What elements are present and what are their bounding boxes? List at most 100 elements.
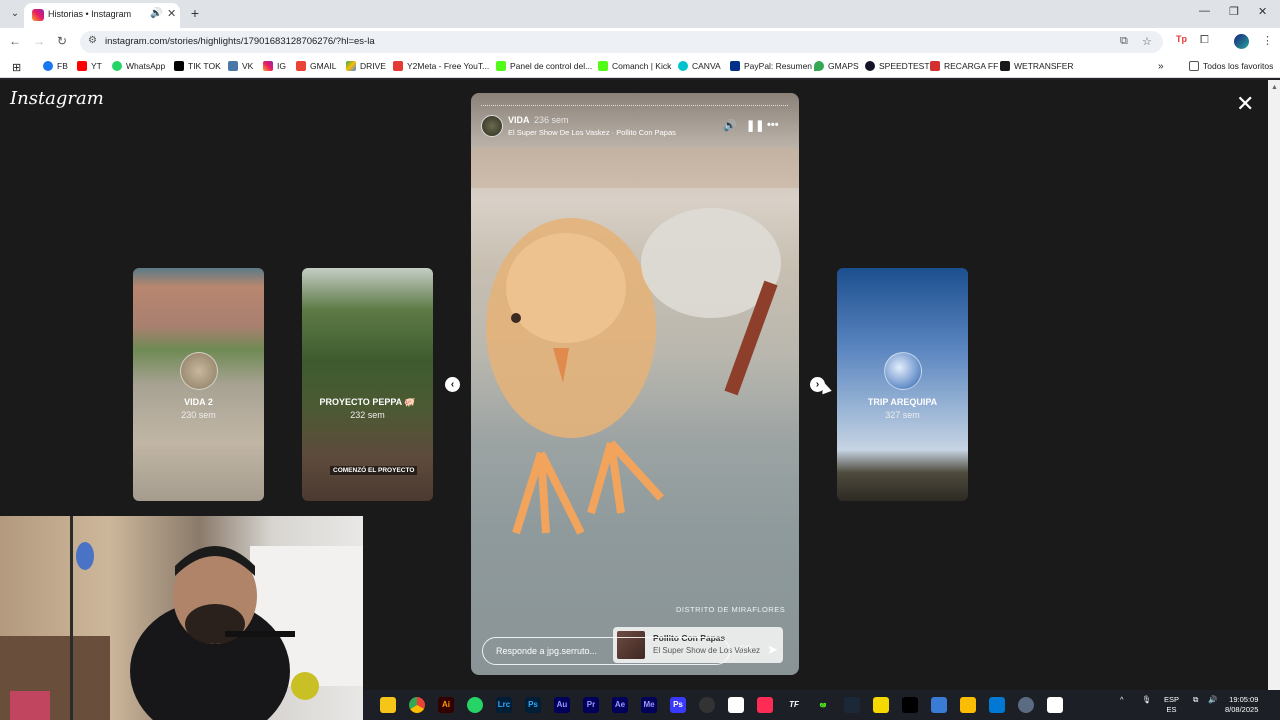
steam-icon[interactable]: [844, 697, 860, 713]
previous-story-icon[interactable]: ‹: [445, 377, 460, 392]
bookmark-vk[interactable]: VK: [228, 61, 253, 71]
bookmark-paypal[interactable]: PayPal: Resumen: [730, 61, 812, 71]
photos-icon[interactable]: [960, 697, 976, 713]
tool-icon[interactable]: ఆ: [815, 697, 831, 713]
pause-icon[interactable]: ❚❚: [746, 119, 764, 132]
clock[interactable]: 19:05:09 8/08/2025: [1225, 695, 1258, 715]
photoshop-icon[interactable]: Ps: [525, 697, 541, 713]
bookmark-gmaps[interactable]: GMAPS: [814, 61, 859, 71]
illustrator-icon[interactable]: Ai: [438, 697, 454, 713]
close-window-button[interactable]: ✕: [1258, 5, 1267, 18]
language-sub-label: ES: [1166, 705, 1177, 714]
tab-search-icon[interactable]: ⌄: [8, 7, 22, 21]
story-music-label[interactable]: El Super Show De Los Vaskez · Pollito Co…: [508, 128, 676, 137]
bookmark-fb[interactable]: FB: [43, 61, 68, 71]
app-icon[interactable]: Ps: [670, 697, 686, 713]
sound-icon[interactable]: 🔊: [723, 119, 737, 132]
location-sticker[interactable]: DISTRITO DE MIRAFLORES: [676, 605, 785, 614]
reply-input[interactable]: Responde a jpg.serruto...: [482, 637, 730, 665]
address-bar[interactable]: ⚙ instagram.com/stories/highlights/17901…: [80, 31, 1163, 53]
highlight-vida-2[interactable]: VIDA 2 230 sem: [133, 268, 264, 501]
bookmark-yt[interactable]: YT: [77, 61, 102, 71]
more-options-icon[interactable]: •••: [767, 119, 779, 131]
kick-icon: [598, 61, 608, 71]
instagram-icon: [263, 61, 273, 71]
kick-icon: [496, 61, 506, 71]
language-indicator[interactable]: ESP ES: [1164, 695, 1179, 715]
microphone-icon[interactable]: 🎙: [1142, 695, 1152, 705]
tray-expand-icon[interactable]: ^: [1120, 695, 1124, 705]
instagram-logo[interactable]: Instagram: [10, 88, 104, 109]
extensions-puzzle-icon[interactable]: ⧠: [1200, 34, 1209, 47]
capcut-icon[interactable]: [728, 697, 744, 713]
bookmark-gmail[interactable]: GMAIL: [296, 61, 336, 71]
all-bookmarks-folder[interactable]: Todos los favoritos: [1189, 61, 1273, 71]
tiktok-taskbar-icon[interactable]: [902, 697, 918, 713]
recarga-icon: [930, 61, 940, 71]
after-effects-icon[interactable]: Ae: [612, 697, 628, 713]
tiktok-live-icon[interactable]: [757, 697, 773, 713]
speaker-icon[interactable]: 🔊: [150, 8, 162, 19]
back-icon[interactable]: ←: [9, 34, 21, 48]
bookmark-panel[interactable]: Panel de control del...: [496, 61, 592, 71]
active-story[interactable]: VIDA 236 sem El Super Show De Los Vaskez…: [471, 93, 799, 675]
calculator-icon[interactable]: [931, 697, 947, 713]
menu-dots-icon[interactable]: ⋮: [1262, 34, 1273, 47]
forward-icon[interactable]: →: [33, 34, 45, 48]
folder-icon: [1189, 61, 1199, 71]
notes-icon[interactable]: [873, 697, 889, 713]
lightroom-icon[interactable]: Lrc: [496, 697, 512, 713]
bookmark-star-icon[interactable]: ☆: [1142, 35, 1152, 48]
bookmark-drive[interactable]: DRIVE: [346, 61, 386, 71]
site-info-icon[interactable]: ⚙: [88, 35, 97, 46]
audition-icon[interactable]: Au: [554, 697, 570, 713]
close-tab-icon[interactable]: ✕: [167, 7, 176, 20]
chrome-icon[interactable]: [409, 697, 425, 713]
highlight-avatar: [179, 352, 218, 390]
like-heart-icon[interactable]: ♡: [739, 642, 752, 660]
network-icon[interactable]: ⧉: [1193, 695, 1198, 705]
bookmark-tiktok[interactable]: TIK TOK: [174, 61, 221, 71]
file-explorer-icon[interactable]: [380, 697, 396, 713]
bookmark-speedtest[interactable]: SPEEDTEST: [865, 61, 930, 71]
tab-instagram[interactable]: Historias • Instagram 🔊 ✕: [24, 3, 180, 28]
new-tab-button[interactable]: +: [186, 5, 204, 23]
bookmark-canva[interactable]: CANVA: [678, 61, 721, 71]
settings-gear-icon[interactable]: [1018, 697, 1034, 713]
premiere-icon[interactable]: Pr: [583, 697, 599, 713]
obs-icon[interactable]: [699, 697, 715, 713]
highlight-proyecto-peppa[interactable]: PROYECTO PEPPA 🐖 232 sem COMENZÓ EL PROY…: [302, 268, 433, 501]
bookmark-recarga[interactable]: RECARGA FF: [930, 61, 998, 71]
bookmark-ig[interactable]: IG: [263, 61, 286, 71]
drive-icon: [346, 61, 356, 71]
gmail-icon: [296, 61, 306, 71]
minimize-button[interactable]: —: [1199, 5, 1210, 17]
highlight-name: VIDA 2: [184, 397, 213, 407]
bookmark-whatsapp[interactable]: WhatsApp: [112, 61, 165, 71]
profile-avatar[interactable]: [1234, 34, 1249, 49]
send-icon[interactable]: ➤: [767, 642, 778, 658]
whatsapp-taskbar-icon[interactable]: [467, 697, 483, 713]
page-scrollbar[interactable]: [1268, 80, 1280, 690]
install-app-icon[interactable]: ⧉: [1120, 35, 1128, 48]
volume-icon[interactable]: 🔊: [1208, 695, 1217, 705]
calendar-icon[interactable]: [989, 697, 1005, 713]
scroll-up-arrow-icon[interactable]: ▲: [1271, 84, 1278, 91]
tf-icon[interactable]: TF: [786, 697, 802, 713]
more-bookmarks-icon[interactable]: »: [1158, 61, 1164, 72]
bookmark-y2meta[interactable]: Y2Meta - Free YouT...: [393, 61, 489, 71]
apps-grid-icon[interactable]: ⊞: [12, 61, 21, 74]
media-encoder-icon[interactable]: Me: [641, 697, 657, 713]
highlight-trip-arequipa[interactable]: TRIP AREQUIPA 327 sem: [837, 268, 968, 501]
bookmark-wetransfer[interactable]: WETRANSFER: [1000, 61, 1074, 71]
bookmark-kick[interactable]: Comanch | Kick: [598, 61, 671, 71]
tiktok-icon: [174, 61, 184, 71]
url-text[interactable]: instagram.com/stories/highlights/1790168…: [105, 36, 375, 47]
close-viewer-icon[interactable]: ✕: [1236, 93, 1254, 115]
extension-icon[interactable]: Tp: [1176, 34, 1187, 44]
story-username[interactable]: VIDA: [508, 115, 530, 125]
restore-button[interactable]: ❐: [1229, 5, 1239, 18]
reload-icon[interactable]: ↻: [57, 34, 67, 48]
story-user-avatar[interactable]: [481, 115, 503, 137]
capcut-2-icon[interactable]: [1047, 697, 1063, 713]
